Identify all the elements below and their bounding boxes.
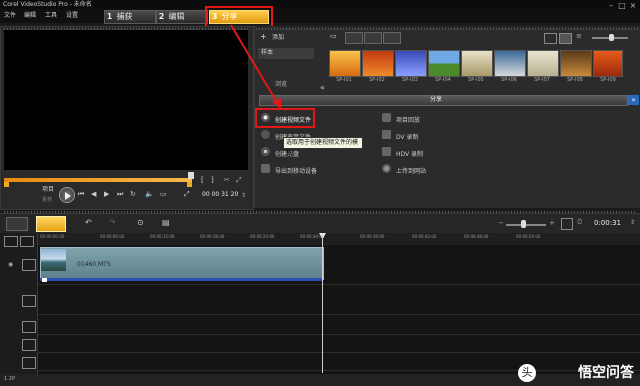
zoom-handle[interactable] — [521, 220, 526, 228]
ruler-tick: 00:00:36:00 — [360, 234, 385, 239]
title-track-icon[interactable] — [22, 321, 36, 333]
timeline-view-button[interactable] — [36, 216, 66, 232]
zoom-label: 1 2P — [4, 376, 15, 382]
timecode-spinner-icon[interactable]: ⇕ — [630, 219, 635, 226]
clip-name: 01460.MTS — [77, 261, 111, 268]
clip-audio-bar — [40, 278, 322, 281]
playhead-line[interactable] — [322, 233, 323, 373]
track-divider — [38, 370, 640, 371]
mixer-icon[interactable]: ▤ — [162, 219, 170, 227]
track-divider — [38, 334, 640, 335]
track-divider — [38, 352, 640, 353]
zoom-slider[interactable] — [506, 224, 546, 226]
playhead-marker-icon[interactable] — [319, 233, 327, 240]
ruler-tick: 00:00:48:00 — [464, 234, 489, 239]
video-track-icon[interactable] — [22, 259, 36, 271]
track-visibility-icon[interactable]: ◉ — [8, 262, 13, 268]
watermark-text: 悟空问答 — [578, 365, 634, 381]
voice-track-icon[interactable] — [22, 339, 36, 351]
chapter-icon[interactable] — [20, 236, 34, 247]
timeline-scrollbar[interactable] — [0, 374, 640, 386]
redo-icon[interactable]: ↷ — [109, 219, 116, 227]
ruler-tick: 00:00:12:00 — [150, 234, 175, 239]
clock-icon: ⏱ — [577, 218, 583, 226]
track-divider — [38, 284, 640, 285]
undo-icon[interactable]: ↶ — [85, 219, 92, 227]
ruler-tick: 00:00:06:00 — [100, 234, 125, 239]
timeline-timecode[interactable]: 0:00:31 — [594, 220, 621, 227]
ruler-tick: 00:00:42:00 — [412, 234, 437, 239]
track-manager-icon[interactable] — [4, 236, 18, 247]
ruler-tick: 00:00:24:00 — [250, 234, 275, 239]
fit-project-icon[interactable] — [561, 218, 573, 230]
track-divider — [38, 314, 640, 315]
zoom-in-icon[interactable]: + — [549, 220, 555, 227]
storyboard-view-button[interactable] — [6, 217, 28, 231]
watermark-logo: 头 — [518, 364, 536, 382]
clip-marker-icon — [42, 278, 47, 282]
music-track-icon[interactable] — [22, 357, 36, 369]
ruler-tick: 00:00:54:00 — [516, 234, 541, 239]
overlay-track-icon[interactable] — [22, 295, 36, 307]
record-capture-icon[interactable]: ⊙ — [137, 219, 144, 227]
ruler-tick: 00:00:18:00 — [200, 234, 225, 239]
ruler-tick: 00:00:00:00 — [40, 234, 65, 239]
clip-thumbnail — [41, 249, 66, 271]
zoom-out-icon[interactable]: − — [498, 220, 504, 227]
